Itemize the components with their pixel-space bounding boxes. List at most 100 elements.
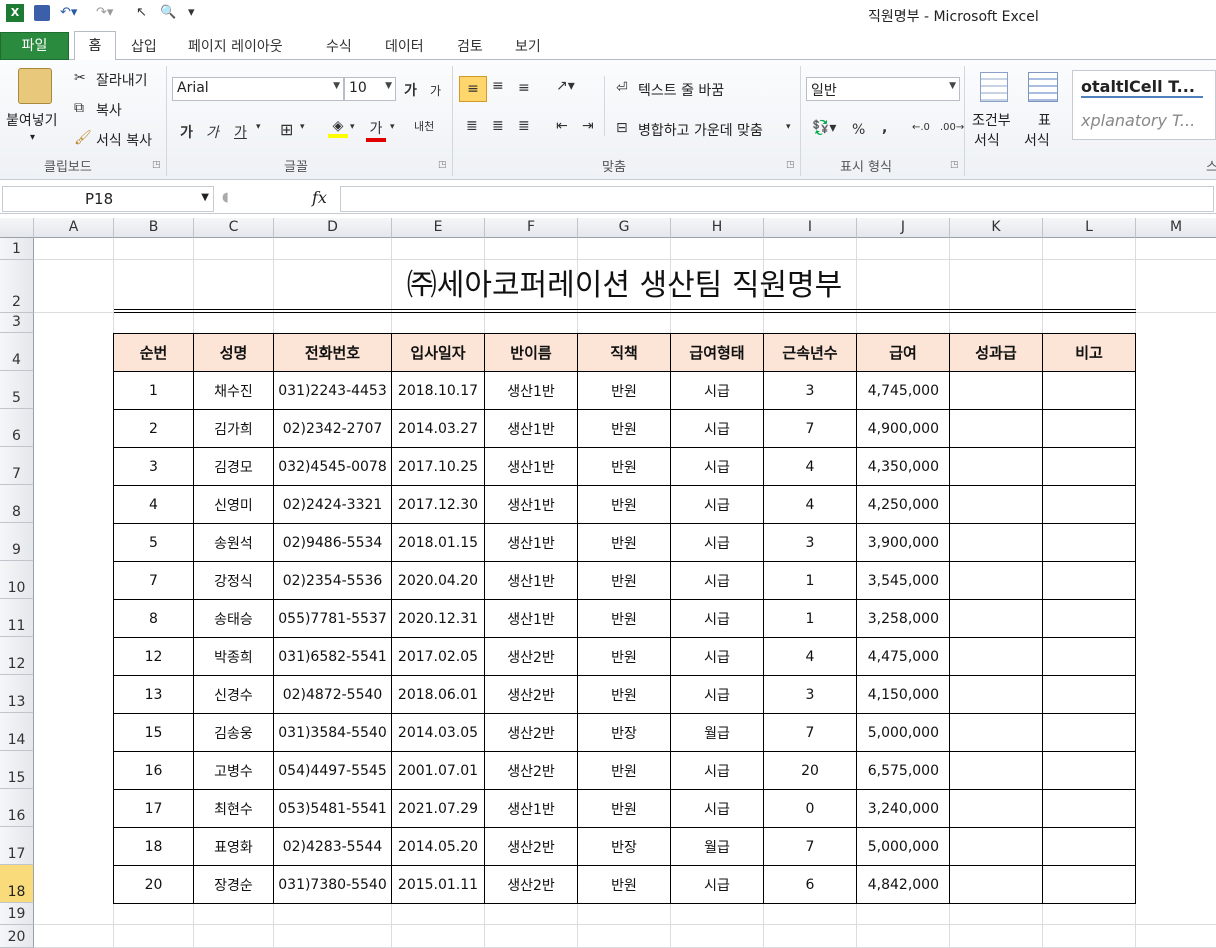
table-cell[interactable] [1042,599,1136,638]
table-cell[interactable]: 2020.12.31 [391,599,485,638]
table-cell[interactable]: 장경순 [193,865,274,904]
column-header-cell[interactable]: 반이름 [484,333,578,372]
table-cell[interactable]: 2017.10.25 [391,447,485,486]
customize-qat-icon[interactable]: ▾ [188,5,195,20]
worksheet-grid[interactable]: A B C D E F G H I J K L M 1 2 3 4 5 6 7 … [0,218,1216,948]
conditional-format-label2[interactable]: 서식 [974,130,1000,150]
table-cell[interactable]: 2014.03.27 [391,409,485,448]
table-cell[interactable]: 김경모 [193,447,274,486]
currency-icon[interactable]: 💱▾ [812,120,836,136]
conditional-format-button[interactable]: 조건부 [972,110,1011,130]
row-header[interactable]: 9 [0,523,34,561]
table-cell[interactable]: 시급 [670,485,764,524]
table-cell[interactable]: 박종희 [193,637,274,676]
table-cell[interactable]: 채수진 [193,371,274,410]
table-cell[interactable] [949,371,1043,410]
table-cell[interactable]: 김가희 [193,409,274,448]
tab-formulas[interactable]: 수식 [326,36,352,56]
column-header-cell[interactable]: 근속년수 [763,333,857,372]
table-cell[interactable]: 3,240,000 [856,789,950,828]
row-header[interactable]: 5 [0,371,34,409]
table-cell[interactable]: 반원 [577,865,671,904]
row-header[interactable]: 19 [0,903,34,925]
row-header[interactable]: 1 [0,238,34,260]
table-cell[interactable]: 고병수 [193,751,274,790]
table-cell[interactable]: 생산1반 [484,599,578,638]
chevron-down-icon[interactable]: ▼ [201,192,209,203]
row-header[interactable]: 15 [0,751,34,789]
table-cell[interactable]: 반장 [577,713,671,752]
table-cell[interactable]: 4,745,000 [856,371,950,410]
table-cell[interactable]: 032)4545-0078 [273,447,392,486]
excel-logo-icon[interactable]: X [6,4,24,22]
table-cell[interactable]: 1 [763,599,857,638]
table-cell[interactable]: 반원 [577,485,671,524]
borders-dropdown-icon[interactable]: ▾ [300,122,305,132]
table-cell[interactable] [949,523,1043,562]
phonetic-icon[interactable]: 내천 [414,118,434,134]
number-format-combo[interactable]: 일반 ▼ [806,77,960,101]
percent-button[interactable]: % [852,122,865,138]
column-header-cell[interactable]: 직책 [577,333,671,372]
table-cell[interactable]: 생산2반 [484,827,578,866]
table-cell[interactable]: 02)2342-2707 [273,409,392,448]
table-cell[interactable] [1042,561,1136,600]
table-cell[interactable]: 2015.01.11 [391,865,485,904]
row-header[interactable]: 6 [0,409,34,447]
table-cell[interactable]: 2014.05.20 [391,827,485,866]
table-cell[interactable]: 시급 [670,789,764,828]
decrease-indent-icon[interactable]: ⇤ [556,118,568,134]
table-cell[interactable]: 031)6582-5541 [273,637,392,676]
row-header[interactable]: 8 [0,485,34,523]
number-launcher-icon[interactable]: ◳ [950,160,959,170]
table-cell[interactable]: 5,000,000 [856,827,950,866]
table-cell[interactable]: 3 [763,675,857,714]
merge-dropdown-icon[interactable]: ▾ [786,122,791,132]
save-icon[interactable] [34,5,50,21]
row-header[interactable]: 11 [0,599,34,637]
table-cell[interactable]: 1 [763,561,857,600]
table-cell[interactable]: 031)7380-5540 [273,865,392,904]
bold-button[interactable]: 가 [180,122,193,142]
shrink-font-icon[interactable]: 가 [430,82,441,99]
table-cell[interactable]: 신영미 [193,485,274,524]
select-all-corner[interactable] [0,218,34,238]
format-as-table-button[interactable]: 표 [1038,110,1051,130]
column-header-cell[interactable]: 성명 [193,333,274,372]
table-cell[interactable]: 반원 [577,561,671,600]
table-cell[interactable]: 2 [113,409,194,448]
table-cell[interactable]: 031)2243-4453 [273,371,392,410]
table-cell[interactable]: 15 [113,713,194,752]
font-color-dropdown-icon[interactable]: ▾ [390,122,395,132]
format-as-table-label2[interactable]: 서식 [1024,130,1050,150]
table-cell[interactable] [949,409,1043,448]
table-cell[interactable]: 송태승 [193,599,274,638]
paste-button[interactable]: 붙여넣기 [6,110,58,130]
table-cell[interactable] [949,561,1043,600]
cut-button[interactable]: 잘라내기 [96,70,148,90]
table-cell[interactable]: 2014.03.05 [391,713,485,752]
table-cell[interactable]: 생산2반 [484,751,578,790]
table-cell[interactable]: 시급 [670,675,764,714]
col-header[interactable]: I [764,218,857,238]
merge-center-button[interactable]: 병합하고 가운데 맞춤 [638,120,763,140]
table-cell[interactable]: 02)2354-5536 [273,561,392,600]
table-cell[interactable]: 13 [113,675,194,714]
table-cell[interactable]: 강정식 [193,561,274,600]
font-color-icon[interactable]: 가 [366,118,386,142]
table-cell[interactable]: 055)7781-5537 [273,599,392,638]
table-cell[interactable]: 1 [113,371,194,410]
table-cell[interactable] [1042,409,1136,448]
table-cell[interactable]: 시급 [670,637,764,676]
table-cell[interactable]: 생산2반 [484,713,578,752]
table-cell[interactable]: 17 [113,789,194,828]
table-cell[interactable]: 031)3584-5540 [273,713,392,752]
pointer-icon[interactable]: ↖ [136,5,147,20]
table-cell[interactable]: 053)5481-5541 [273,789,392,828]
row-header[interactable]: 3 [0,313,34,333]
tab-page-layout[interactable]: 페이지 레이아웃 [188,36,283,56]
table-cell[interactable]: 시급 [670,865,764,904]
tab-file[interactable]: 파일 [0,32,69,60]
scissors-icon[interactable]: ✂ [74,70,86,86]
table-cell[interactable]: 7 [763,827,857,866]
